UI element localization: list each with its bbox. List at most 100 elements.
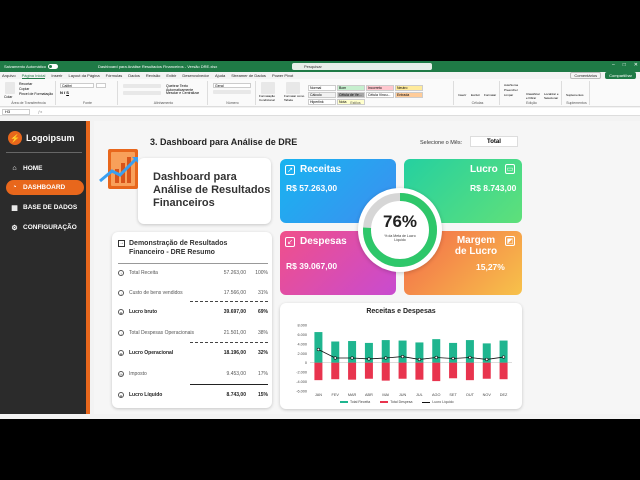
cell-style-linked[interactable]: Célula Vincu... [366,92,394,98]
search-input[interactable]: Pesquisar [292,63,432,70]
fx-icon[interactable]: ƒx [38,109,42,114]
menu-data-streamer[interactable]: Streamer de Dados [231,73,266,78]
sidebar-item-home[interactable]: ⌂ HOME [6,161,84,176]
clear-button[interactable]: Limpar [504,93,513,97]
insert-cells-button[interactable]: Inserir [458,93,466,97]
merge-center-button[interactable]: Mesclar e Centralizar [166,91,199,95]
ribbon-group-clipboard: Colar Recortar Copiar Pincel de Formataç… [2,81,56,105]
y-tick-label: 6.000 [297,333,307,337]
profit-point [501,355,506,359]
dre-row-label: Imposto [129,371,147,377]
paste-button[interactable] [5,82,15,94]
dre-row-icon: = [118,309,124,315]
menu-insert[interactable]: Inserir [51,73,62,78]
ribbon-group-styles: Formatação Condicional Formatar como Tab… [258,81,454,105]
sidebar: ⚡ Logoipsum ⌂ HOME ◔ DASHBOARD ▦ BASE DE… [0,121,90,414]
x-tick-label: FEV [332,393,340,397]
font-name-select[interactable]: Calibri [60,83,94,88]
profit-point [485,357,489,362]
format-table-button[interactable] [286,82,300,94]
dre-row-value: 21.501,00 [223,330,246,336]
sidebar-item-database[interactable]: ▦ BASE DE DADOS [6,200,84,215]
ribbon-group-label: Fonte [83,101,92,105]
profit-point [350,356,354,360]
delete-cells-button[interactable]: Excluir [471,93,480,97]
dre-row-icon: ↓ [118,290,124,296]
ribbon-group-label: Edição [526,101,537,105]
sort-filter-button[interactable]: Classificar e Filtrar [526,92,542,100]
divider [190,384,268,385]
menu-developer[interactable]: Desenvolvedor [182,73,209,78]
maximize-icon[interactable]: □ [623,62,626,68]
sidebar-item-dashboard[interactable]: ◔ DASHBOARD [6,180,84,195]
profit-point [451,356,455,361]
dre-row-label: Lucro Operacional [129,350,174,356]
menu-view[interactable]: Exibir [166,73,176,78]
conditional-format-button[interactable] [261,82,275,94]
legend-label: Lucro Líquido [432,400,454,404]
menu-formulas[interactable]: Fórmulas [106,73,123,78]
cell-style-good[interactable]: Bom [337,85,365,91]
menu-file[interactable]: Arquivo [2,73,16,78]
dre-row-value: 57.263,00 [223,270,246,276]
menu-review[interactable]: Revisão [146,73,160,78]
sidebar-item-settings[interactable]: ⚙ CONFIGURAÇÃO [6,220,84,235]
cell-style-input[interactable]: Entrada [395,92,423,98]
dre-row-percent: 17% [257,371,268,377]
bold-button[interactable]: N I S [60,90,69,95]
revenue-bar [432,339,441,363]
ribbon-group-alignment: Quebrar Texto Automaticamente Mesclar e … [120,81,208,105]
cell-style-normal[interactable]: Normal [308,85,336,91]
share-button[interactable]: Compartilhar [605,72,636,79]
revenue-bar [499,340,508,363]
menu-help[interactable]: Ajuda [215,73,225,78]
comments-button[interactable]: Comentários [570,72,602,79]
addins-button[interactable]: Suplementos [566,93,584,97]
chart-icon: ◩ [505,236,515,246]
arrow-up-right-icon: ↗ [285,165,295,175]
menu-data[interactable]: Dados [128,73,140,78]
number-format-select[interactable]: Geral [213,83,251,88]
profit-point [384,356,388,360]
autosave-toggle[interactable] [48,64,59,69]
align-top-buttons[interactable] [123,84,161,88]
cell-style-calc[interactable]: Cálculo [308,92,336,98]
autosum-button[interactable]: AutoSoma [504,83,518,87]
expense-bar [398,362,407,379]
dre-row: = Lucro Operacional 18.196,00 32% [118,349,268,357]
kpi-lucro-label: Lucro [470,164,498,175]
align-bottom-buttons[interactable] [123,91,161,95]
cell-style-check[interactable]: Célula de Ve... [337,92,365,98]
dre-row-value: 17.566,00 [223,290,246,296]
font-size-select[interactable] [96,83,106,88]
close-icon[interactable]: ✕ [634,62,638,68]
ribbon-group-addins: Suplementos Suplementos [564,81,590,105]
dashboard-main: 3. Dashboard para Análise de DRE Selecio… [94,121,640,414]
format-painter-button[interactable]: Pincel de Formatação [19,92,53,96]
fill-button[interactable]: Preencher [504,88,518,92]
autosave: Salvamento Automático [4,64,59,69]
format-cells-button[interactable]: Formatar [484,93,496,97]
dre-row: ↓ Total Despesas Operacionais 21.501,00 38% [118,329,268,337]
menu-page-layout[interactable]: Layout da Página [68,73,99,78]
dre-row-value: 9.453,00 [226,371,246,377]
revenue-bar [398,340,407,363]
find-select-button[interactable]: Localizar e Selecionar [544,92,562,100]
revenue-bar [465,340,474,363]
cell-style-bad[interactable]: Incorreto [366,85,394,91]
divider [190,342,268,343]
menu-home[interactable]: Página Inicial [21,73,46,79]
name-box[interactable]: H3 [2,108,30,115]
cut-button[interactable]: Recortar [19,82,32,86]
minimize-icon[interactable]: – [612,62,615,68]
number-buttons[interactable] [213,90,251,94]
kpi-despesas-value: R$ 39.067,00 [286,261,338,271]
ribbon-group-font: Calibri N I S Fonte [58,81,118,105]
month-select[interactable]: Total [470,136,518,147]
profit-line [318,349,504,360]
menu-bar: Arquivo Página Inicial Inserir Layout da… [0,72,640,79]
cell-style-neutral[interactable]: Neutro [395,85,423,91]
copy-button[interactable]: Copiar [19,87,29,91]
menu-power-pivot[interactable]: Power Pivot [272,73,293,78]
dre-row-value: 8.743,00 [226,392,246,398]
